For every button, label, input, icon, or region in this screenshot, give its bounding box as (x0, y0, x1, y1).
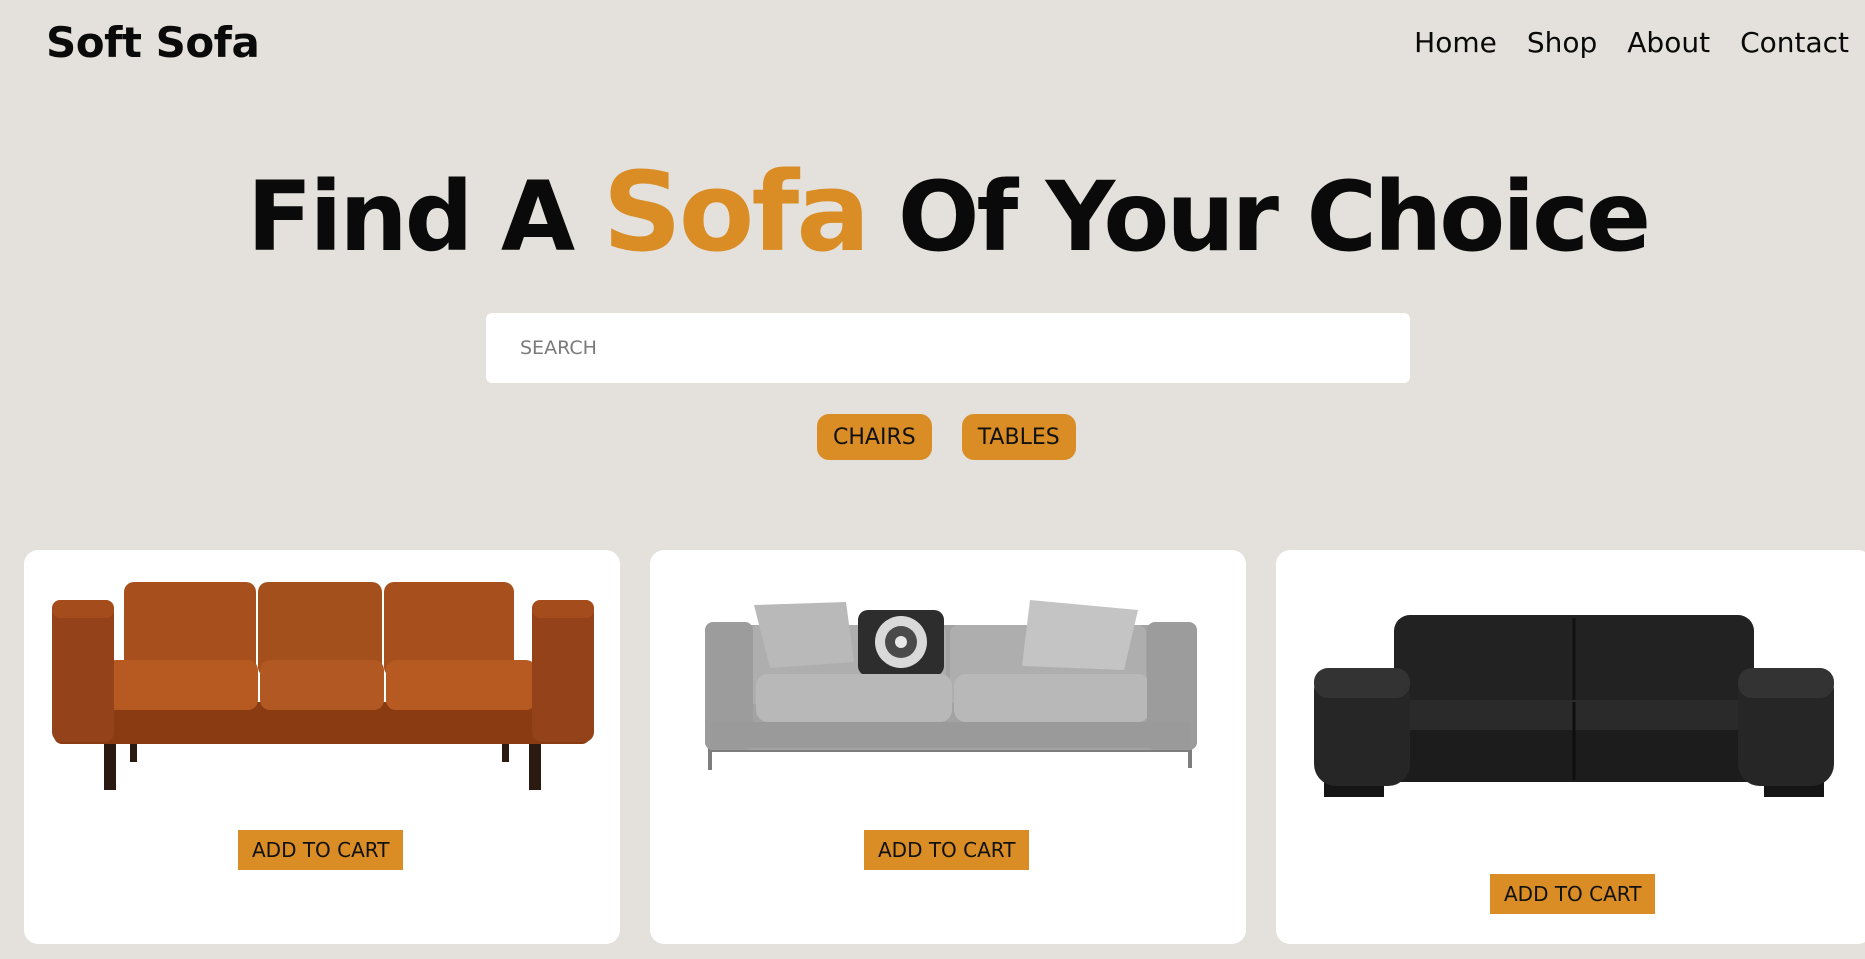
filter-chairs-button[interactable]: CHAIRS (817, 414, 932, 460)
hero-title: Find A Sofa Of Your Choice (0, 148, 1865, 276)
product-card: ADD TO CART (650, 550, 1246, 944)
hero-title-start: Find A (246, 161, 575, 273)
page: Soft Sofa Home Shop About Contact Find A… (0, 0, 1865, 959)
hero-title-accent: Sofa (602, 148, 871, 276)
search-input[interactable] (486, 313, 1410, 383)
nav-home-link[interactable]: Home (1414, 26, 1497, 59)
nav-shop-link[interactable]: Shop (1527, 26, 1597, 59)
hero-title-end: Of Your Choice (897, 161, 1651, 273)
product-card: ADD TO CART (24, 550, 620, 944)
add-to-cart-button[interactable]: ADD TO CART (864, 830, 1030, 870)
grey-fabric-sofa-image (705, 600, 1197, 770)
brown-leather-sofa-image (52, 582, 594, 790)
nav-about-link[interactable]: About (1627, 26, 1710, 59)
filter-tables-button[interactable]: TABLES (961, 414, 1076, 460)
add-to-cart-button[interactable]: ADD TO CART (238, 830, 404, 870)
product-card: ADD TO CART (1276, 550, 1865, 944)
main-nav: Home Shop About Contact (1414, 26, 1849, 59)
add-to-cart-button[interactable]: ADD TO CART (1490, 874, 1656, 914)
category-filters: CHAIRS TABLES (817, 414, 1076, 460)
brand-logo[interactable]: Soft Sofa (46, 18, 260, 67)
nav-contact-link[interactable]: Contact (1740, 26, 1849, 59)
